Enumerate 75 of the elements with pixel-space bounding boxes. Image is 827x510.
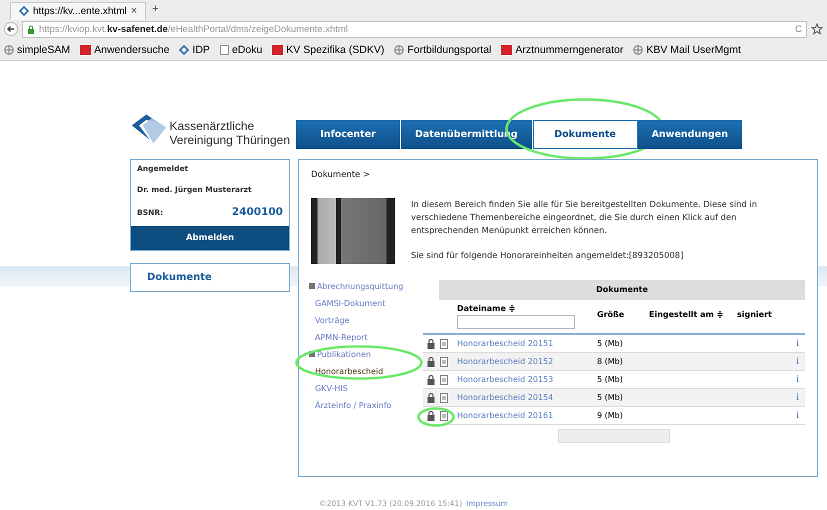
side-menu-item[interactable]: Dokumente [130,263,290,292]
globe-icon [633,45,644,55]
table-cell-text: 5 (Mb) [597,393,624,402]
intro-text: In diesem Bereich finden Sie alle für Sie bereitgestellten Dokumente. Diese sind in verschiedene Themenbereiche eingeordnet, die Sie durch einen Klick auf den entsprechenden Menüpunkt erreichen können. [411,198,758,237]
nav-tab[interactable]: Anwendungen [638,120,743,149]
bookmark-link[interactable]: Fortbildungsportal [407,44,492,56]
globe-icon [394,45,404,55]
tree-item[interactable]: Abrechnungsquittung [309,280,419,292]
bookmark-link[interactable]: KBV Mail UserMgmt [646,44,741,56]
diamond-icon [19,6,29,16]
table-cell-text: 9 (Mb) [597,411,624,420]
filter-input[interactable] [457,315,575,329]
lock-icon [27,24,35,34]
tree-item[interactable]: GAMSI-Dokument [309,297,419,309]
reload-button[interactable]: C [795,24,802,34]
document-icon [440,356,448,366]
lock-icon [427,356,435,366]
bookmark-icon [80,45,92,55]
diamond-icon [179,45,190,55]
breadcrumb[interactable]: Dokumente > [311,170,805,180]
bookmark-link[interactable]: eDoku [232,44,262,56]
document-icon [440,392,448,402]
globe-icon [4,45,14,55]
close-tab-button[interactable]: × [130,5,138,17]
units-text: Sie sind für folgende Honorareinheiten angemeldet:[893205008] [411,249,684,262]
address-bar[interactable]: https://kviop.kvt.kv-safenet.de/eHealthPortal/dms/zeigeDokumente.xhtml C [22,20,807,38]
tree-item[interactable]: Honorarbescheid [309,365,419,377]
logo-text: Kassenärztliche Vereinigung Thüringen [169,119,290,147]
bookmark-link[interactable]: IDP [192,44,210,56]
tree-item[interactable]: Ärzteinfo / Praxinfo [309,399,419,411]
document-icon [440,410,448,420]
bookmark-link[interactable]: Anwendersuche [94,44,170,56]
document-icon [440,338,448,348]
info-link[interactable]: i [796,356,799,367]
tree-item[interactable]: Vorträge [309,314,419,326]
info-link[interactable]: i [796,392,799,403]
table-cell-text: 5 (Mb) [597,339,624,348]
column-header[interactable]: Dateiname ≑ [457,304,597,313]
document-icon [440,374,448,384]
lock-icon [427,410,435,420]
bookmark-icon [272,45,284,55]
new-tab-button[interactable]: + [152,3,159,15]
document-link[interactable]: Honorarbescheid 20161 [457,411,597,420]
document-link[interactable]: Honorarbescheid 20154 [457,393,597,402]
document-link[interactable]: Honorarbescheid 20153 [457,375,597,384]
browser-tab[interactable]: https://kv...ente.xhtml × [10,2,146,20]
table-cell-text: 5 (Mb) [597,375,624,384]
page-icon [220,45,229,55]
nav-tab[interactable]: Dokumente [532,120,638,149]
tab-title: https://kv...ente.xhtml [33,6,127,16]
star-icon[interactable] [811,23,823,35]
url-text: https://kviop.kvt.kv-safenet.de/eHealthPortal/dms/zeigeDokumente.xhtml [39,24,348,34]
bookmark-link[interactable]: Arztnummerngenerator [515,44,624,56]
table-cell-text: 8 (Mb) [597,357,624,366]
document-link[interactable]: Honorarbescheid 20152 [457,357,597,366]
column-header: signiert [737,310,773,319]
bookmark-icon [501,45,512,55]
info-link[interactable]: i [796,410,799,421]
bookmark-link[interactable]: simpleSAM [17,44,70,56]
table-title: Dokumente [439,280,805,300]
nav-tab[interactable]: Infocenter [296,120,401,149]
tree-item[interactable]: GKV-HIS [309,382,419,394]
column-header[interactable]: Größe [597,310,649,319]
lock-icon [427,374,435,384]
document-link[interactable]: Honorarbescheid 20151 [457,339,597,348]
logout-button[interactable]: Abmelden [131,226,289,250]
tree-item[interactable]: APMN-Report [309,331,419,343]
info-link[interactable]: i [796,374,799,385]
tree-item[interactable]: Publikationen [309,348,419,360]
lock-icon [427,392,435,402]
lock-icon [427,338,435,348]
info-link[interactable]: i [796,338,799,349]
column-header[interactable]: Eingestellt am ≑ [649,310,737,319]
bookmark-link[interactable]: KV Spezifika (SDKV) [286,44,384,56]
bsnr-value: 2400100 [232,206,283,218]
